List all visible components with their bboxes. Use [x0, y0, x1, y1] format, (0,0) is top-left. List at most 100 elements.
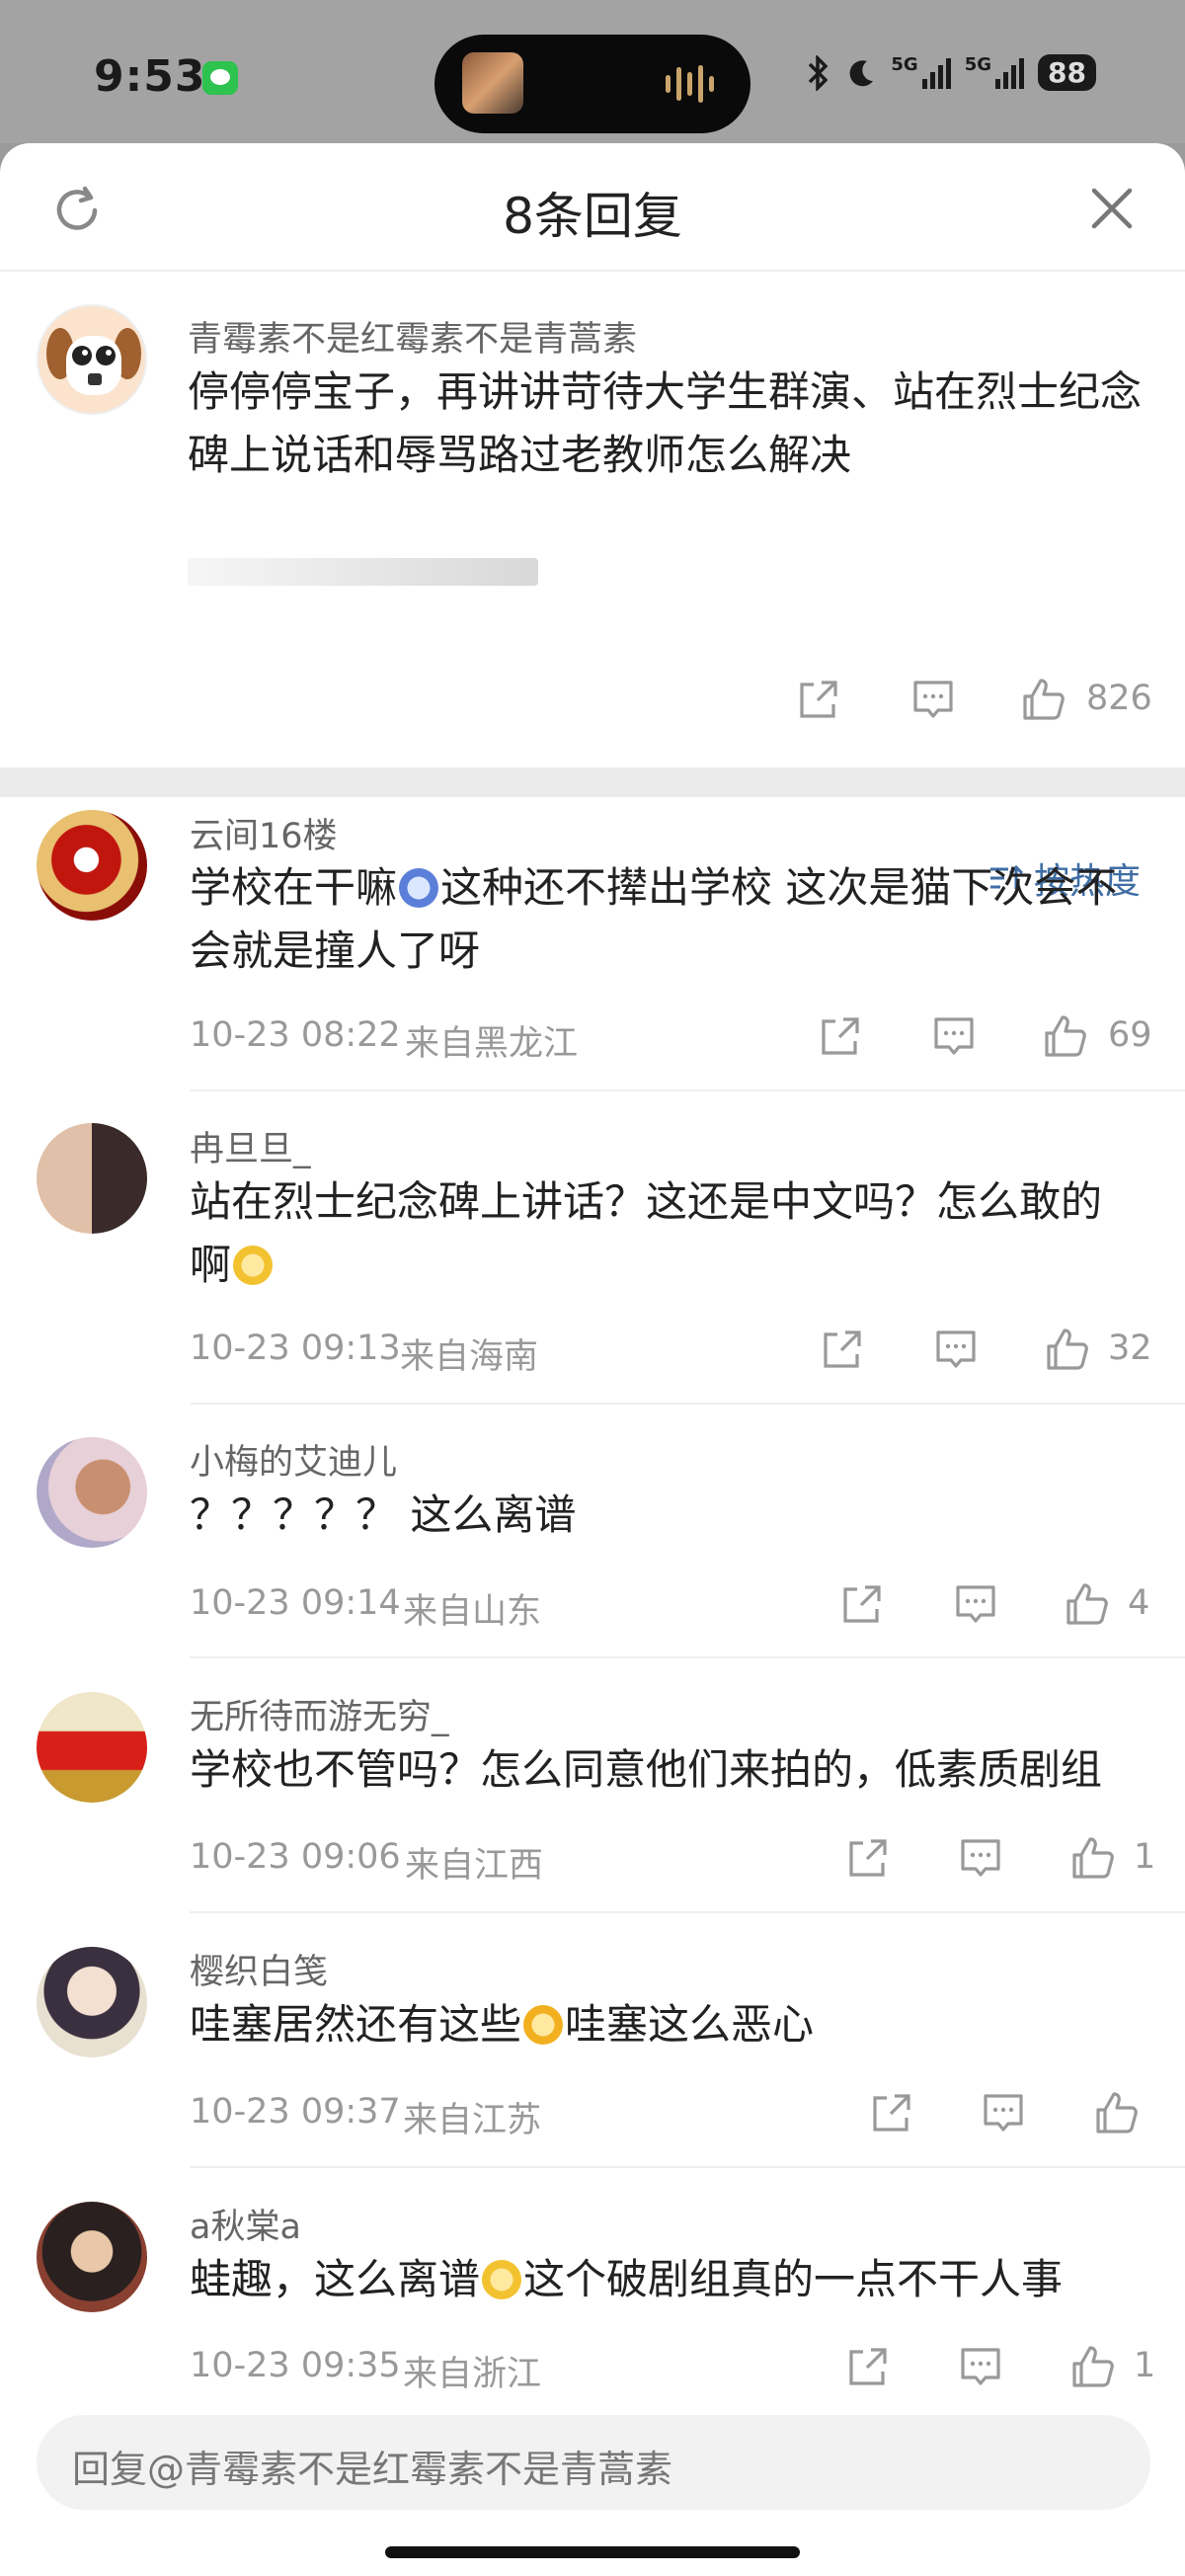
- like-icon[interactable]: [1094, 2090, 1140, 2135]
- comment-location: 来自江苏: [403, 2101, 542, 2140]
- comment-text: 哇塞居然还有这些 哇塞这么恶心: [190, 1993, 1157, 2056]
- signal-bars-b-icon: [995, 57, 1025, 89]
- blurred-metadata: [188, 558, 538, 586]
- like-icon[interactable]: [1065, 1581, 1110, 1627]
- avatar[interactable]: [37, 810, 147, 921]
- like-count: 32: [1108, 1328, 1152, 1368]
- audio-wave-icon: [666, 64, 721, 104]
- like-icon[interactable]: [1070, 1835, 1116, 1881]
- shocked-face-emoji-icon: [523, 2005, 564, 2045]
- commenter-name[interactable]: 冉旦旦_: [190, 1121, 311, 1171]
- comment-time: 10-23 09:37: [190, 2092, 401, 2132]
- avatar[interactable]: [37, 1123, 147, 1234]
- avatar[interactable]: [37, 2202, 147, 2312]
- comment-icon[interactable]: [958, 1835, 1003, 1881]
- message-notification-icon: [202, 61, 238, 95]
- like-icon[interactable]: [1043, 1013, 1088, 1059]
- row-divider: [190, 1911, 1185, 1913]
- avatar[interactable]: [37, 1947, 147, 2057]
- scared-face-emoji-icon: [399, 868, 439, 908]
- comment-text: 停停停宝子，再讲讲苛待大学生群演、站在烈士纪念碑上说话和辱骂路过老教师怎么解决: [188, 367, 1143, 479]
- share-icon[interactable]: [845, 2344, 891, 2389]
- row-divider: [190, 1089, 1185, 1091]
- network-label-a: 5G: [891, 54, 918, 75]
- commenter-name[interactable]: a秋棠a: [190, 2199, 301, 2249]
- dynamic-island[interactable]: [434, 35, 750, 133]
- home-indicator[interactable]: [385, 2546, 800, 2558]
- avatar[interactable]: [37, 1437, 147, 1548]
- network-label-b: 5G: [964, 54, 992, 75]
- like-count: 1: [1134, 2346, 1156, 2385]
- replies-sheet: 8条回复 青霉素不是红霉素不是青蒿素 停停停宝子，再讲讲苛待大学生群演、站在烈士…: [0, 143, 1185, 2576]
- comment-time: 10-23 08:22: [190, 1015, 401, 1055]
- comment-text-part: 这个破剧组真的一点不干人事: [523, 2255, 1064, 2303]
- battery-indicator: 88: [1038, 54, 1096, 91]
- signal-bars-a-icon: [921, 57, 951, 89]
- comment-time: 10-23 09:13: [190, 1328, 401, 1368]
- comment-icon[interactable]: [931, 1013, 977, 1059]
- bluetooth-icon: [809, 54, 829, 91]
- now-playing-thumbnail: [462, 52, 523, 114]
- comment-text: 学校也不管吗？怎么同意他们来拍的，低素质剧组: [190, 1745, 1103, 1794]
- reply-input-placeholder: 回复@青霉素不是红霉素不是青蒿素: [72, 2448, 673, 2491]
- share-icon[interactable]: [869, 2090, 914, 2135]
- comment-icon[interactable]: [953, 1581, 998, 1627]
- like-icon[interactable]: [1045, 1327, 1090, 1372]
- close-icon[interactable]: [1086, 183, 1138, 234]
- row-divider: [190, 1403, 1185, 1405]
- system-icons: 5G 5G 88: [806, 54, 1096, 91]
- sheet-header: 8条回复: [0, 143, 1185, 272]
- smile-emoji-icon: [233, 1246, 274, 1285]
- row-divider: [190, 1656, 1185, 1658]
- comment-text-part: 哇塞这么恶心: [565, 2000, 815, 2049]
- share-icon[interactable]: [796, 677, 841, 722]
- commenter-name[interactable]: 樱织白笺: [190, 1944, 328, 1994]
- moon-icon: [849, 59, 874, 86]
- reply-input[interactable]: 回复@青霉素不是红霉素不是青蒿素: [37, 2415, 1150, 2510]
- comment-icon[interactable]: [981, 2090, 1026, 2135]
- comment-location: 来自江西: [405, 1846, 544, 1886]
- comment-text: 学校在干嘛 这种还不撵出学校 这次是猫下次会不会就是撞人了呀: [190, 856, 1157, 983]
- avatar[interactable]: [37, 1692, 147, 1803]
- comment-text: ？？？？？ 这么离谱: [190, 1490, 577, 1539]
- share-icon[interactable]: [845, 1835, 891, 1881]
- commenter-name[interactable]: 青霉素不是红霉素不是青蒿素: [188, 311, 637, 362]
- like-count: 1: [1134, 1837, 1156, 1877]
- row-divider: [190, 2166, 1185, 2168]
- comment-text-part: 哇塞居然还有这些: [190, 2000, 522, 2049]
- sheet-title: 8条回复: [503, 188, 682, 245]
- comment-text-part: 学校在干嘛: [190, 863, 398, 912]
- comment-location: 来自海南: [400, 1337, 539, 1377]
- comment-location: 来自山东: [403, 1592, 542, 1632]
- original-comment: 青霉素不是红霉素不是青蒿素 停停停宝子，再讲讲苛待大学生群演、站在烈士纪念碑上说…: [0, 272, 1185, 720]
- comment-text-part: 蛙趣，这么离谱: [190, 2255, 481, 2303]
- comment-time: 10-23 09:06: [190, 1837, 401, 1877]
- dog-avatar-icon: [46, 328, 141, 395]
- section-divider: [0, 767, 1185, 797]
- comment-text: 蛙趣，这么离谱 这个破剧组真的一点不干人事: [190, 2248, 1167, 2311]
- commenter-name[interactable]: 小梅的艾迪儿: [190, 1434, 397, 1485]
- status-time: 9:53: [94, 51, 206, 102]
- like-icon[interactable]: [1070, 2344, 1116, 2389]
- share-icon[interactable]: [818, 1013, 863, 1059]
- comment-icon[interactable]: [910, 677, 956, 722]
- comment-icon[interactable]: [933, 1327, 979, 1372]
- comment-text-part: 站在烈士纪念碑上讲话？这还是中文吗？怎么敢的啊: [190, 1177, 1103, 1289]
- commenter-name[interactable]: 云间16楼: [190, 808, 338, 858]
- like-icon[interactable]: [1021, 677, 1066, 722]
- comment-location: 来自黑龙江: [405, 1024, 579, 1064]
- comment-time: 10-23 09:14: [190, 1583, 401, 1623]
- grimace-emoji-icon: [482, 2260, 522, 2299]
- comment-text: 站在烈士纪念碑上讲话？这还是中文吗？怎么敢的啊: [190, 1170, 1138, 1297]
- comment-icon[interactable]: [958, 2344, 1003, 2389]
- comment-time: 10-23 09:35: [190, 2346, 401, 2385]
- status-bar: 9:53 5G 5G 88: [0, 0, 1185, 143]
- commenter-name[interactable]: 无所待而游无穷_: [190, 1689, 449, 1739]
- share-icon[interactable]: [820, 1327, 865, 1372]
- like-count: 826: [1086, 679, 1152, 718]
- like-count: 69: [1108, 1015, 1152, 1055]
- share-icon[interactable]: [839, 1581, 885, 1627]
- comment-location: 来自浙江: [403, 2355, 542, 2394]
- avatar[interactable]: [37, 304, 147, 415]
- like-count: 4: [1128, 1583, 1150, 1623]
